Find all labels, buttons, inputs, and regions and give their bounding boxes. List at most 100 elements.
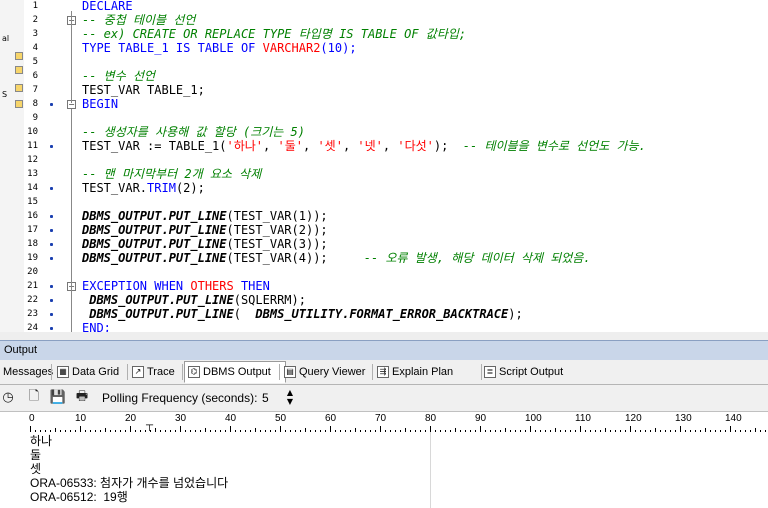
code-token: ( xyxy=(233,307,249,321)
code-token: '셋' xyxy=(317,139,343,153)
code-line[interactable]: DBMS_OUTPUT.PUT_LINE(TEST_VAR(3)); xyxy=(82,237,328,251)
fold-guide-line xyxy=(71,11,72,103)
code-token: (2); xyxy=(175,181,205,195)
tab-label: Script Output xyxy=(499,366,564,378)
output-panel-title: Output xyxy=(4,344,38,356)
code-token: -- 중첩 테이블 선언 xyxy=(82,13,196,27)
tab-data-grid[interactable]: ▦ Data Grid xyxy=(54,362,132,382)
line-number: 14 xyxy=(27,183,38,193)
polling-frequency-value[interactable]: 5 xyxy=(262,391,269,405)
tab-query-viewer[interactable]: ▤ Query Viewer xyxy=(281,362,377,382)
code-line[interactable]: TEST_VAR TABLE_1; xyxy=(82,83,205,97)
line-number: 22 xyxy=(27,295,38,305)
dbms-output-area[interactable]: 하나 둘 셋 ORA-06533: 첨자가 개수를 넘었습니다 ORA-06512: 1… xyxy=(0,432,768,508)
code-token: TRIM xyxy=(147,181,176,195)
code-line[interactable]: TYPE TABLE_1 IS TABLE OF VARCHAR2(10); xyxy=(82,41,357,55)
line-number: 8 xyxy=(32,99,38,109)
code-token: '다섯' xyxy=(397,139,434,153)
code-token: EXCEPTION WHEN xyxy=(82,279,191,293)
code-token: DBMS_OUTPUT.PUT_LINE xyxy=(82,223,227,237)
script-output-icon: ≣ xyxy=(484,366,496,378)
line-number: 15 xyxy=(27,197,38,207)
tab-separator xyxy=(372,364,373,380)
code-line[interactable]: -- 변수 선언 xyxy=(82,69,155,83)
code-line[interactable]: DBMS_OUTPUT.PUT_LINE(TEST_VAR(2)); xyxy=(82,223,328,237)
line-marker-dot xyxy=(50,187,53,190)
ruler-label: 60 xyxy=(325,413,337,424)
editor-horizontal-scrollbar[interactable] xyxy=(0,332,768,340)
editor-gutter: 1 2 3 4 5 6 7 8 9 10 11 12 13 14 15 16 17 18 19 20 21 22 23 24−… xyxy=(24,0,78,341)
grid-icon: ▦ xyxy=(57,366,69,378)
code-token: DBMS_UTILITY.FORMAT_ERROR_BACKTRACE xyxy=(248,307,509,321)
tab-separator xyxy=(279,364,280,380)
tab-label: Query Viewer xyxy=(299,366,366,378)
ruler-tab-marker: ┬ xyxy=(146,420,154,431)
code-line[interactable]: TEST_VAR := TABLE_1('하나', '둘', '셋', '넷',… xyxy=(82,139,646,153)
tab-separator xyxy=(182,364,183,380)
code-token: DBMS_OUTPUT.PUT_LINE xyxy=(82,209,227,223)
output-line: 하나 xyxy=(30,434,53,448)
tree-expander-icon[interactable] xyxy=(15,66,23,74)
tree-expander-icon[interactable] xyxy=(15,52,23,60)
line-marker-dot xyxy=(50,285,53,288)
output-toolbar: ◷ 🗋 💾 🖶 Polling Frequency (seconds): 5 ▲… xyxy=(0,385,768,412)
polling-frequency-label: Polling Frequency (seconds): xyxy=(102,391,258,405)
line-number: 12 xyxy=(27,155,38,165)
code-token: OTHERS xyxy=(190,279,234,293)
polling-toggle-icon[interactable]: ◷ xyxy=(0,389,16,406)
tab-messages[interactable]: Messages xyxy=(0,362,56,382)
code-token: DBMS_OUTPUT.PUT_LINE xyxy=(82,307,234,321)
line-marker-dot xyxy=(50,313,53,316)
tab-label: Data Grid xyxy=(72,366,120,378)
code-token: -- 오류 발생, 해당 데이터 삭제 되었음. xyxy=(363,251,591,265)
code-token: ); xyxy=(433,139,463,153)
tab-label: Messages xyxy=(3,366,54,378)
code-line[interactable]: -- 맨 마지막부터 2개 요소 삭제 xyxy=(82,167,261,181)
code-token: , xyxy=(302,139,318,153)
new-icon[interactable]: 🗋 xyxy=(26,389,42,406)
tab-trace[interactable]: ↗ Trace xyxy=(129,362,187,382)
ruler-label: 20 xyxy=(125,413,137,424)
print-icon[interactable]: 🖶 xyxy=(74,389,90,406)
code-line[interactable]: DECLARE xyxy=(82,0,133,13)
code-editor[interactable]: DECLARE -- 중첩 테이블 선언 -- ex) CREATE OR REPL… xyxy=(78,0,768,340)
code-line[interactable]: -- 생성자를 사용해 값 할당 (크기는 5) xyxy=(82,125,305,139)
line-marker-dot xyxy=(50,257,53,260)
code-token: TEST_VAR := TABLE_1( xyxy=(82,139,227,153)
code-line[interactable]: DBMS_OUTPUT.PUT_LINE(TEST_VAR(4)); -- 오류… xyxy=(82,251,591,265)
code-token: , xyxy=(342,139,358,153)
code-line[interactable]: DBMS_OUTPUT.PUT_LINE(SQLERRM); xyxy=(82,293,306,307)
line-number: 21 xyxy=(27,281,38,291)
tab-dbms-output[interactable]: ⌬ DBMS Output xyxy=(184,361,286,383)
tree-expander-icon[interactable] xyxy=(15,100,23,108)
output-margin-line xyxy=(430,432,431,508)
code-token: '하나' xyxy=(226,139,264,153)
code-token: DBMS_OUTPUT.PUT_LINE xyxy=(82,251,227,265)
polling-frequency-spinner[interactable]: ▲ ▼ xyxy=(284,388,296,408)
ruler-label: 80 xyxy=(425,413,437,424)
save-icon[interactable]: 💾 xyxy=(50,389,66,406)
line-number: 19 xyxy=(27,253,38,263)
code-token: -- ex) CREATE OR REPLACE TYPE 타입명 IS TAB… xyxy=(82,27,467,41)
code-token: TYPE TABLE_1 IS TABLE OF xyxy=(82,41,263,55)
ruler-label: 70 xyxy=(375,413,387,424)
code-token: DECLARE xyxy=(82,0,133,13)
code-line[interactable]: TEST_VAR.TRIM(2); xyxy=(82,181,205,195)
code-token: DBMS_OUTPUT.PUT_LINE xyxy=(82,293,234,307)
code-line[interactable]: -- 중첩 테이블 선언 xyxy=(82,13,195,27)
ruler-label: 40 xyxy=(225,413,237,424)
tab-explain-plan[interactable]: ⇶ Explain Plan xyxy=(374,362,486,382)
code-line[interactable]: DBMS_OUTPUT.PUT_LINE( DBMS_UTILITY.FORMA… xyxy=(82,307,523,321)
code-line[interactable]: -- ex) CREATE OR REPLACE TYPE 타입명 IS TAB… xyxy=(82,27,466,41)
line-number: 5 xyxy=(32,57,38,67)
tab-script-output[interactable]: ≣ Script Output xyxy=(481,362,575,382)
line-number: 1 xyxy=(32,1,38,11)
code-token: -- 생성자를 사용해 값 할당 (크기는 5) xyxy=(82,125,305,139)
code-line[interactable]: BEGIN xyxy=(82,97,118,111)
ruler-label: 110 xyxy=(575,413,591,424)
tree-expander-icon[interactable] xyxy=(15,84,23,92)
code-token: -- 테이블을 변수로 선언도 가능. xyxy=(462,139,646,153)
code-line[interactable]: DBMS_OUTPUT.PUT_LINE(TEST_VAR(1)); xyxy=(82,209,328,223)
ruler-label: 140 xyxy=(725,413,742,424)
code-line[interactable]: EXCEPTION WHEN OTHERS THEN xyxy=(82,279,270,293)
